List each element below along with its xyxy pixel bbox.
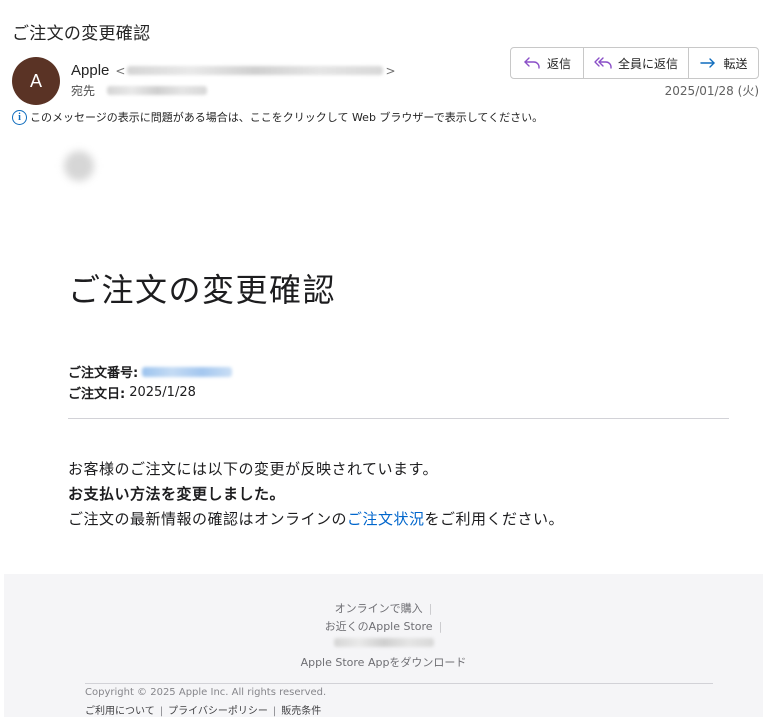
sender-line: Apple < > [71, 62, 396, 79]
copyright-text: Copyright © 2025 Apple Inc. All rights r… [85, 687, 327, 698]
legal-separator: | [159, 706, 164, 717]
order-date-label: ご注文日: [68, 387, 126, 402]
reply-label: 返信 [546, 56, 571, 71]
recipient-redacted[interactable] [107, 86, 208, 95]
sender-email-redacted [127, 66, 384, 75]
order-date-row: ご注文日: 2025/1/28 [68, 383, 196, 402]
reply-button[interactable]: 返信 [511, 48, 583, 78]
buy-online-link[interactable]: オンラインで購入 [335, 602, 423, 615]
message-actions: 返信 全員に返信 転送 [510, 47, 759, 79]
order-date-value: 2025/1/28 [129, 385, 196, 400]
forward-button[interactable]: 転送 [688, 48, 758, 78]
sender-email-close: > [385, 63, 396, 78]
reply-all-arrow-icon [594, 57, 612, 69]
payment-changed-notice: お支払い方法を変更しました。 [68, 485, 286, 503]
apple-logo-redacted [64, 151, 94, 181]
privacy-link[interactable]: プライバシーポリシー [168, 706, 268, 717]
footer-separator: | [428, 602, 433, 615]
footer-redacted-link[interactable] [333, 638, 434, 647]
order-status-line: ご注文の最新情報の確認はオンラインのご注文状況をご利用ください。 [68, 508, 564, 529]
content-divider [68, 418, 729, 419]
view-in-browser-bar[interactable]: i このメッセージの表示に問題がある場合は、ここをクリックして Web ブラウザ… [12, 109, 543, 125]
reply-arrow-icon [524, 57, 540, 69]
sender-avatar[interactable]: A [12, 57, 60, 105]
order-number-label: ご注文番号: [68, 366, 139, 381]
reply-all-button[interactable]: 全員に返信 [583, 48, 688, 78]
sender-email[interactable]: < > [115, 64, 395, 78]
terms-link[interactable]: ご利用について [85, 706, 155, 717]
nearby-store-link[interactable]: お近くのApple Store [325, 620, 433, 633]
sender-name[interactable]: Apple [71, 62, 109, 79]
download-app-link[interactable]: Apple Store Appをダウンロード [301, 656, 467, 669]
footer-redacted-row [4, 638, 763, 647]
reply-all-label: 全員に返信 [617, 56, 678, 71]
forward-label: 転送 [723, 56, 748, 71]
forward-arrow-icon [700, 58, 716, 68]
content-title: ご注文の変更確認 [68, 271, 337, 309]
to-label: 宛先 [71, 84, 96, 98]
order-number-row: ご注文番号: [68, 362, 233, 381]
order-status-text-before: ご注文の最新情報の確認はオンラインの [68, 510, 348, 528]
footer-buy-online-row: オンラインで購入 | [4, 600, 763, 616]
info-circle-icon: i [12, 109, 27, 125]
change-notice: お客様のご注文には以下の変更が反映されています。 [68, 460, 439, 478]
order-status-text-after: をご利用ください。 [424, 510, 565, 528]
email-subject: ご注文の変更確認 [12, 24, 151, 44]
footer-divider [85, 683, 713, 684]
footer-app-row: Apple Store Appをダウンロード [4, 654, 763, 670]
recipient-line: 宛先 [71, 82, 208, 99]
order-status-link[interactable]: ご注文状況 [347, 510, 425, 528]
legal-links: ご利用について | プライバシーポリシー | 販売条件 [85, 702, 321, 717]
sales-terms-link[interactable]: 販売条件 [281, 706, 321, 717]
email-footer: オンラインで購入 | お近くのApple Store | Apple Store A… [4, 574, 763, 717]
view-in-browser-text[interactable]: このメッセージの表示に問題がある場合は、ここをクリックして Web ブラウザーで… [30, 109, 543, 125]
sender-email-open: < [115, 63, 126, 78]
footer-store-row: お近くのApple Store | [4, 618, 763, 634]
order-number-link-redacted[interactable] [142, 366, 233, 377]
legal-separator: | [272, 706, 277, 717]
footer-separator: | [438, 620, 443, 633]
received-date: 2025/01/28 (火) [664, 84, 759, 98]
